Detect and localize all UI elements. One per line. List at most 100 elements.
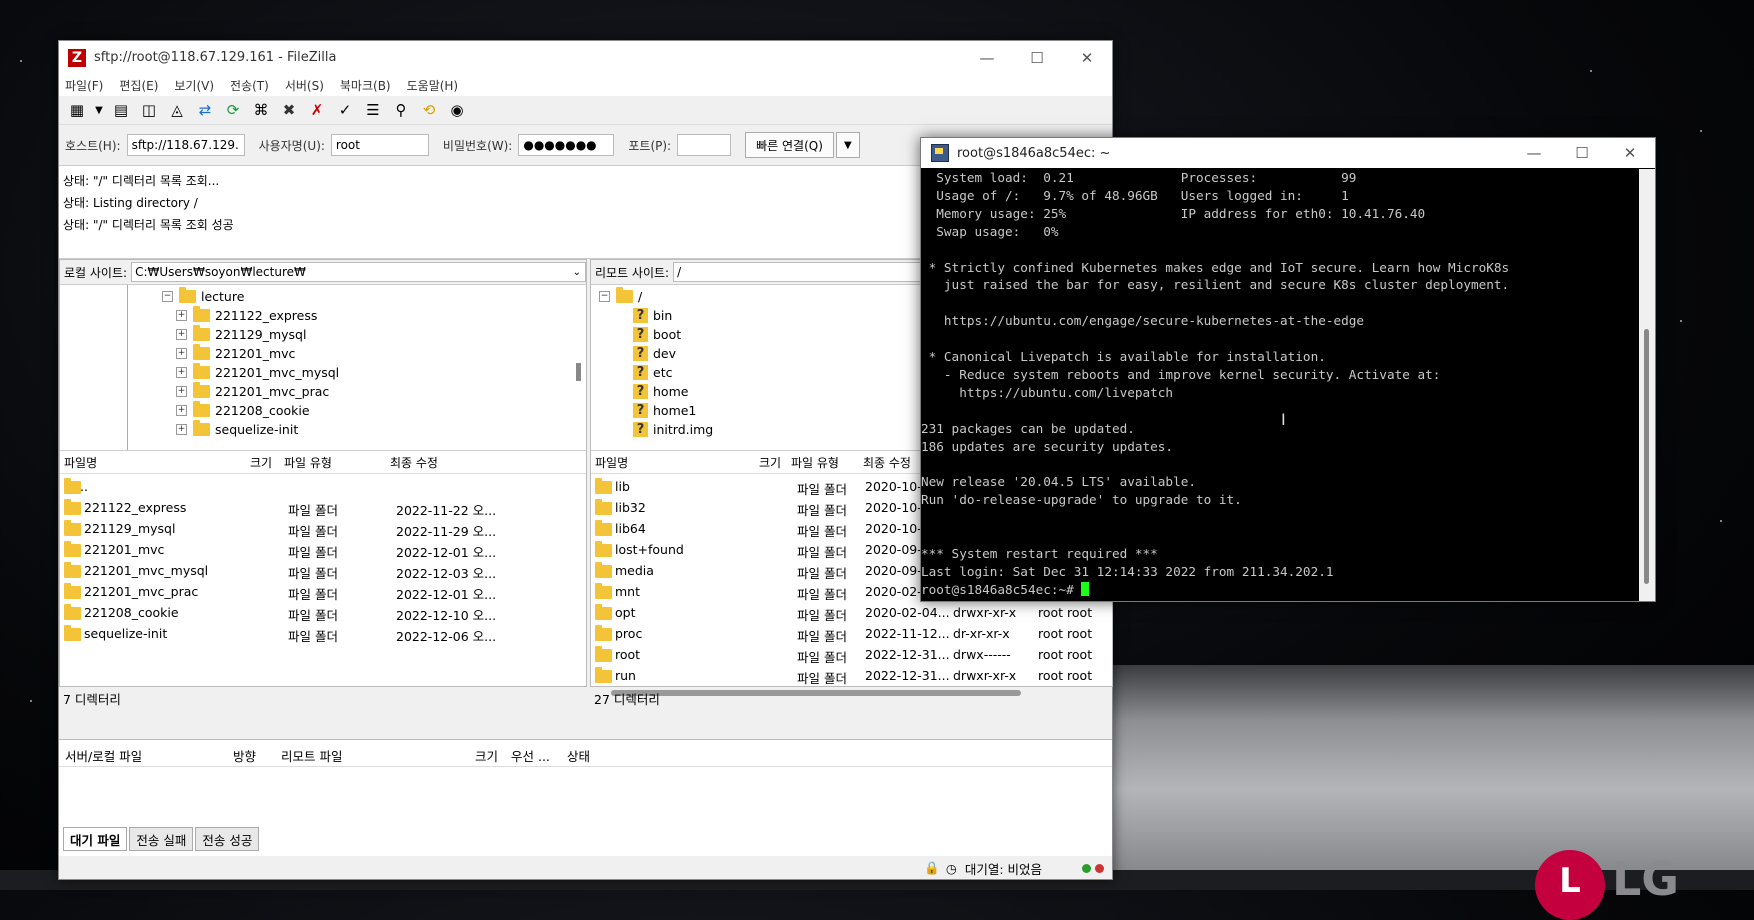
list-item[interactable]: 221201_mvc_mysql 파일 폴더 2022-12-03 오... xyxy=(60,560,586,581)
cancel-icon[interactable]: ✖ xyxy=(277,99,301,121)
tree-item[interactable]: ? etc xyxy=(633,363,672,382)
queue-col-file[interactable]: 서버/로컬 파일 xyxy=(65,746,142,765)
tree-item[interactable]: +221129_mysql xyxy=(176,325,306,344)
minimize-icon[interactable]: — xyxy=(962,41,1012,74)
column-modified[interactable]: 최종 수정 xyxy=(863,454,911,471)
unknown-folder-icon: ? xyxy=(633,403,648,418)
tree-item[interactable]: ? boot xyxy=(633,325,681,344)
user-input[interactable] xyxy=(330,134,429,156)
maximize-icon[interactable]: ☐ xyxy=(1012,41,1062,74)
queue-col-status[interactable]: 상태 xyxy=(567,746,590,765)
terminal-line: New release '20.04.5 LTS' available. xyxy=(921,474,1196,490)
list-item[interactable]: 221208_cookie 파일 폴더 2022-12-10 오... xyxy=(60,602,586,623)
folder-icon xyxy=(193,363,210,379)
message-log-icon[interactable]: ▤ xyxy=(109,99,133,121)
host-input[interactable] xyxy=(126,134,245,156)
menu-bookmarks[interactable]: 북마크(B) xyxy=(340,77,391,94)
list-item[interactable]: run 파일 폴더 2022-12-31... drwxr-xr-x root root xyxy=(591,665,1112,686)
terminal-titlebar[interactable]: root@s1846a8c54ec: ~ — ☐ ✕ xyxy=(921,138,1655,168)
tree-item[interactable]: +221201_mvc_mysql xyxy=(176,363,339,382)
terminal-output[interactable]: System load: 0.21 Processes: 99 Usage of… xyxy=(921,169,1639,601)
column-type[interactable]: 파일 유형 xyxy=(284,454,332,471)
menu-transfer[interactable]: 전송(T) xyxy=(230,77,269,94)
list-item[interactable]: .. xyxy=(60,476,586,497)
queue-col-size[interactable]: 크기 xyxy=(475,746,498,765)
search-icon[interactable]: ◉ xyxy=(445,99,469,121)
local-list-header: 파일명 크기 파일 유형 최종 수정 xyxy=(60,451,586,474)
tree-item[interactable]: − / xyxy=(599,287,642,306)
terminal-prompt[interactable]: root@s1846a8c54ec:~# xyxy=(921,581,1639,599)
reconnect-icon[interactable]: ✓ xyxy=(333,99,357,121)
local-tree-icon[interactable]: ◫ xyxy=(137,99,161,121)
terminal-line: 186 updates are security updates. xyxy=(921,438,1174,454)
compare-icon[interactable]: ⚲ xyxy=(389,99,413,121)
list-item[interactable]: 221122_express 파일 폴더 2022-11-22 오... xyxy=(60,497,586,518)
list-item[interactable]: sequelize-init 파일 폴더 2022-12-06 오... xyxy=(60,623,586,644)
list-item[interactable]: root 파일 폴더 2022-12-31... drwx------ root roo… xyxy=(591,644,1112,665)
column-type[interactable]: 파일 유형 xyxy=(791,454,839,471)
menu-edit[interactable]: 편집(E) xyxy=(119,77,158,94)
list-item[interactable]: proc 파일 폴더 2022-11-12... dr-xr-xr-x root roo… xyxy=(591,623,1112,644)
close-icon[interactable]: ✕ xyxy=(1605,138,1655,168)
tab-failed[interactable]: 전송 실패 xyxy=(129,827,194,851)
chevron-down-icon[interactable]: ⌄ xyxy=(573,267,581,278)
quickconnect-dropdown-icon[interactable]: ▼ xyxy=(835,132,860,158)
tree-item[interactable]: +221201_mvc_prac xyxy=(176,382,329,401)
tree-item[interactable]: +221208_cookie xyxy=(176,401,310,420)
column-name[interactable]: 파일명 xyxy=(64,454,97,471)
tree-item[interactable]: ? home1 xyxy=(633,401,696,420)
lg-logo-text: LG xyxy=(1612,852,1680,906)
minimize-icon[interactable]: — xyxy=(1509,138,1559,168)
tree-item[interactable]: ? initrd.img xyxy=(633,420,713,439)
list-item[interactable]: opt 파일 폴더 2020-02-04... drwxr-xr-x root root xyxy=(591,602,1112,623)
tab-queued[interactable]: 대기 파일 xyxy=(63,827,128,851)
column-modified[interactable]: 최종 수정 xyxy=(390,454,438,471)
local-path-input[interactable]: C:₩Users₩soyon₩lecture₩ ⌄ xyxy=(131,262,586,282)
tree-item[interactable]: + sequelize-init xyxy=(176,420,298,439)
filezilla-titlebar[interactable]: Z sftp://root@118.67.129.161 - FileZilla… xyxy=(59,41,1112,74)
tab-successful[interactable]: 전송 성공 xyxy=(195,827,260,851)
queue-tabs: 대기 파일 전송 실패 전송 성공 xyxy=(63,827,261,851)
site-manager-icon[interactable]: ▦ xyxy=(65,99,89,121)
menu-server[interactable]: 서버(S) xyxy=(285,77,324,94)
quickconnect-button[interactable]: 빠른 연결(Q) xyxy=(745,132,834,158)
list-item[interactable]: 221201_mvc_prac 파일 폴더 2022-12-01 오... xyxy=(60,581,586,602)
menu-help[interactable]: 도움말(H) xyxy=(407,77,459,94)
terminal-scrollbar[interactable] xyxy=(1639,169,1655,601)
column-size[interactable]: 크기 xyxy=(759,454,781,471)
password-input[interactable] xyxy=(518,134,615,156)
remote-tree-icon[interactable]: ◬ xyxy=(165,99,189,121)
local-file-list: .. 221122_express 파일 폴더 2022-11-22 오... 22… xyxy=(60,474,586,704)
tree-item[interactable]: ? home xyxy=(633,382,688,401)
column-name[interactable]: 파일명 xyxy=(595,454,628,471)
scrollbar-thumb[interactable] xyxy=(576,363,581,381)
close-icon[interactable]: ✕ xyxy=(1062,41,1112,74)
speed-limit-icon[interactable]: ◷ xyxy=(946,861,957,876)
maximize-icon[interactable]: ☐ xyxy=(1557,138,1607,168)
tree-item[interactable]: ? bin xyxy=(633,306,672,325)
menu-view[interactable]: 보기(V) xyxy=(174,77,214,94)
transfer-queue-icon[interactable]: ⇄ xyxy=(193,99,217,121)
disconnect-icon[interactable]: ✗ xyxy=(305,99,329,121)
tree-item[interactable]: − lecture xyxy=(162,287,244,306)
unknown-folder-icon: ? xyxy=(633,346,648,361)
queue-col-direction[interactable]: 방향 xyxy=(233,746,256,765)
horizontal-scrollbar[interactable] xyxy=(611,690,1021,696)
sync-browse-icon[interactable]: ⟲ xyxy=(417,99,441,121)
queue-col-priority[interactable]: 우선 ... xyxy=(511,746,550,765)
list-item[interactable]: 221201_mvc 파일 폴더 2022-12-01 오... xyxy=(60,539,586,560)
list-item[interactable]: 221129_mysql 파일 폴더 2022-11-29 오... xyxy=(60,518,586,539)
tree-item[interactable]: ? dev xyxy=(633,344,676,363)
menu-file[interactable]: 파일(F) xyxy=(65,77,103,94)
local-status: 7 디렉터리 xyxy=(63,691,121,707)
queue-col-remote[interactable]: 리모트 파일 xyxy=(281,746,342,765)
column-size[interactable]: 크기 xyxy=(250,454,272,471)
tree-item[interactable]: +221122_express xyxy=(176,306,317,325)
tree-item[interactable]: +221201_mvc xyxy=(176,344,295,363)
filter-icon[interactable]: ⌘ xyxy=(249,99,273,121)
refresh-icon[interactable]: ⟳ xyxy=(221,99,245,121)
directory-filter-icon[interactable]: ☰ xyxy=(361,99,385,121)
site-manager-dropdown-icon[interactable]: ▼ xyxy=(93,99,105,121)
port-input[interactable] xyxy=(677,134,732,156)
